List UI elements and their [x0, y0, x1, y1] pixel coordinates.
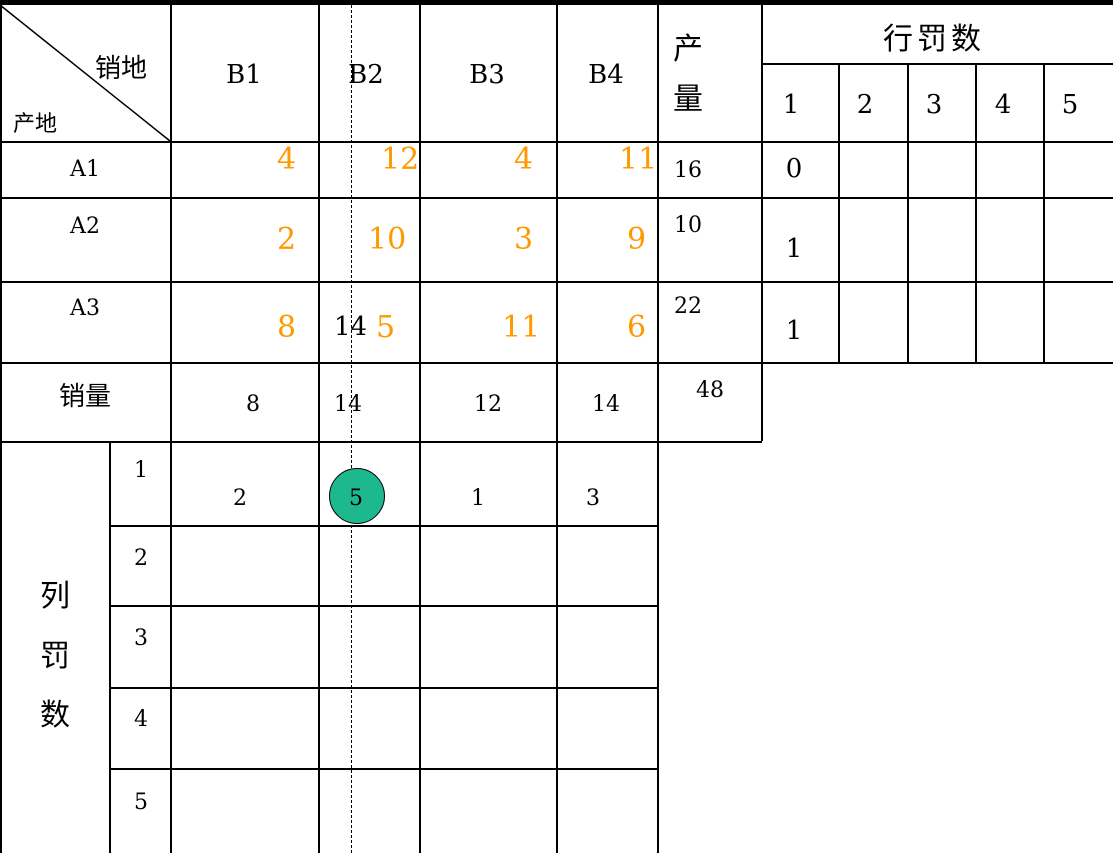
cost-a1-b2: 12	[381, 142, 420, 177]
penalty-col-line	[838, 63, 840, 363]
col-penalty-char-3: 数	[40, 698, 70, 733]
row-penalty-num-3: 3	[925, 90, 943, 120]
col-penalty-r1-b2: 5	[349, 486, 363, 511]
row-penalty-num-5: 5	[1061, 90, 1079, 120]
cost-a2-b2: 10	[368, 222, 407, 257]
production-a2: 10	[674, 213, 702, 238]
row-line	[0, 441, 762, 443]
sales-b1: 8	[246, 392, 260, 417]
transport-table: 销地 产地 B1 B2 B3 B4 产 量 行罚数 1 2 3 4 5 A1 4…	[0, 0, 1113, 853]
col-penalty-r1-b4: 3	[586, 486, 600, 511]
cost-a3-b2: 5	[376, 310, 396, 345]
cost-a3-b3: 11	[502, 310, 541, 345]
row-penalty-a2-1: 1	[785, 234, 803, 264]
col-header-b3: B3	[469, 60, 505, 90]
row-penalty-header: 行罚数	[883, 22, 985, 57]
penalty-col-line	[1043, 63, 1045, 363]
row-penalty-num-2: 2	[856, 90, 874, 120]
col-penalty-char-2: 罚	[40, 639, 70, 674]
col-header-b1: B1	[226, 60, 262, 90]
penalty-col-line	[975, 63, 977, 363]
sales-b3: 12	[474, 392, 502, 417]
col-line	[657, 0, 659, 853]
col-penalty-r1-b1: 2	[233, 486, 247, 511]
cost-a3-b4: 6	[627, 310, 647, 345]
cost-a1-b4: 11	[619, 142, 658, 177]
col-penalty-r1-b3: 1	[471, 486, 485, 511]
col-penalty-line	[109, 768, 658, 770]
col-header-b4: B4	[588, 60, 624, 90]
dashed-guide-line	[351, 0, 352, 853]
production-a3: 22	[674, 294, 702, 319]
col-penalty-num-1: 1	[134, 458, 148, 483]
corner-top-label: 销地	[95, 54, 148, 84]
row-label-a1: A1	[70, 157, 100, 182]
corner-bottom-label: 产地	[13, 112, 58, 137]
col-penalty-line	[109, 687, 658, 689]
row-label-a3: A3	[70, 296, 100, 321]
cost-a2-b4: 9	[627, 222, 647, 257]
col-penalty-char-1: 列	[40, 579, 70, 614]
cost-a3-b1: 8	[277, 310, 297, 345]
row-penalty-a3-1: 1	[785, 316, 803, 346]
col-penalty-line	[109, 605, 658, 607]
allocation-a3-b2: 14	[334, 312, 368, 342]
production-header-2: 量	[673, 82, 703, 117]
col-penalty-line	[109, 525, 658, 527]
penalty-col-line	[907, 63, 909, 363]
row-label-a2: A2	[70, 214, 100, 239]
col-penalty-num-2: 2	[134, 546, 148, 571]
col-penalty-num-3: 3	[134, 626, 148, 651]
cost-a2-b3: 3	[514, 222, 534, 257]
sales-b2: 14	[334, 392, 362, 417]
col-penalty-num-4: 4	[134, 707, 148, 732]
sales-total: 48	[696, 378, 724, 403]
col-line	[109, 441, 111, 853]
sales-b4: 14	[592, 392, 620, 417]
row-penalty-a1-1: 0	[785, 154, 803, 184]
cost-a1-b3: 4	[514, 142, 534, 177]
row-penalty-subline	[762, 63, 1113, 65]
col-line	[761, 0, 763, 441]
col-penalty-num-5: 5	[134, 790, 148, 815]
cost-a1-b1: 4	[277, 142, 297, 177]
sales-label: 销量	[58, 382, 112, 412]
col-line	[318, 0, 320, 853]
production-header-1: 产	[673, 32, 703, 67]
col-line	[556, 0, 558, 853]
row-penalty-num-4: 4	[994, 90, 1012, 120]
col-line	[419, 0, 421, 853]
production-a1: 16	[674, 158, 702, 183]
col-header-b2: B2	[348, 60, 384, 90]
row-penalty-num-1: 1	[782, 90, 800, 120]
cost-a2-b1: 2	[277, 222, 297, 257]
